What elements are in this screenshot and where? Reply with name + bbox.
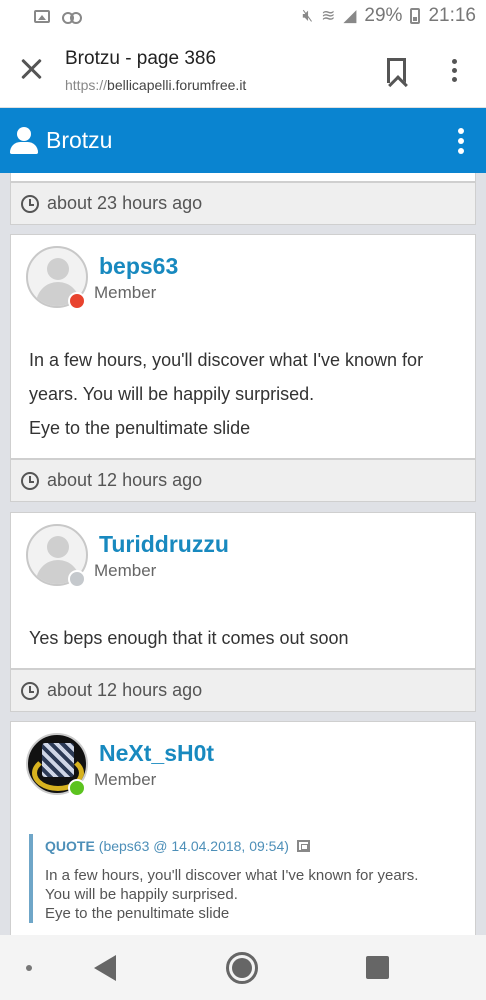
recent-apps-icon[interactable] xyxy=(366,956,389,979)
online-status-dot xyxy=(68,779,86,797)
quote-body: In a few hours, you'll discover what I'v… xyxy=(45,866,457,923)
post-line: Yes beps enough that it comes out soon xyxy=(29,628,349,648)
status-bar: 🔇︎ ≋ ◢ 29% 21:16 xyxy=(0,0,486,32)
clock-icon xyxy=(21,194,39,213)
user-icon xyxy=(10,127,38,155)
post-footer: about 12 hours ago xyxy=(10,669,476,712)
quote-line: You will be happily surprised. xyxy=(45,886,238,903)
nav-dot-icon[interactable] xyxy=(26,965,32,971)
username[interactable]: beps63 xyxy=(99,253,178,280)
voicemail-icon xyxy=(62,12,82,24)
clock-time: 21:16 xyxy=(428,5,476,26)
url-scheme: https:// xyxy=(65,77,108,93)
post-card: Turiddruzzu Member Yes beps enough that … xyxy=(10,512,476,669)
post-line: In a few hours, you'll discover what I'v… xyxy=(29,350,424,370)
mute-icon: 🔇︎ xyxy=(302,6,314,26)
back-icon[interactable] xyxy=(94,955,116,981)
wifi-icon: ≋ xyxy=(321,6,336,26)
forum-title[interactable]: Brotzu xyxy=(46,127,112,154)
post-footer: about 23 hours ago xyxy=(10,182,476,225)
quote-label: QUOTE xyxy=(45,838,95,854)
post-time: about 12 hours ago xyxy=(47,680,203,700)
post-body: Yes beps enough that it comes out soon xyxy=(29,621,349,655)
user-role: Member xyxy=(94,283,157,302)
previous-post-tail xyxy=(10,173,476,182)
clock-icon xyxy=(21,471,39,490)
quote-line: Eye to the penultimate slide xyxy=(45,905,230,922)
username[interactable]: Turiddruzzu xyxy=(99,531,229,558)
quote-meta[interactable]: (beps63 @ 14.04.2018, 09:54) xyxy=(99,838,289,854)
copy-icon[interactable] xyxy=(296,840,310,852)
post-card: NeXt_sH0t Member QUOTE (beps63 @ 14.04.2… xyxy=(10,721,476,935)
username[interactable]: NeXt_sH0t xyxy=(99,740,214,767)
post-time: about 12 hours ago xyxy=(47,470,203,490)
browser-toolbar: Brotzu - page 386 https://bellicapelli.f… xyxy=(0,32,486,108)
post-footer: about 12 hours ago xyxy=(10,459,476,502)
post-card: beps63 Member In a few hours, you'll dis… xyxy=(10,234,476,459)
post-time: about 23 hours ago xyxy=(47,193,203,213)
post-body: In a few hours, you'll discover what I'v… xyxy=(29,343,423,445)
quote-line: In a few hours, you'll discover what I'v… xyxy=(45,867,419,884)
post-line: Eye to the penultimate slide xyxy=(29,418,251,438)
signal-icon: ◢ xyxy=(343,6,357,26)
close-icon[interactable] xyxy=(18,55,46,83)
user-role: Member xyxy=(94,561,157,580)
navigation-bar xyxy=(0,935,486,1000)
battery-percent: 29% xyxy=(364,5,403,26)
home-icon[interactable] xyxy=(226,952,258,984)
url-host: bellicapelli.forumfree.it xyxy=(107,77,247,93)
quote-header: QUOTE (beps63 @ 14.04.2018, 09:54) xyxy=(45,838,457,854)
page-title: Brotzu - page 386 xyxy=(65,48,217,69)
away-status-dot xyxy=(68,570,86,588)
forum-header: Brotzu xyxy=(0,108,486,173)
page-url[interactable]: https://bellicapelli.forumfree.it xyxy=(65,77,246,93)
post-line: years. You will be happily surprised. xyxy=(29,384,315,404)
offline-status-dot xyxy=(68,292,86,310)
clock-icon xyxy=(21,681,39,700)
post-list[interactable]: about 23 hours ago beps63 Member In a fe… xyxy=(0,173,486,935)
battery-icon xyxy=(410,8,421,24)
forum-menu-icon[interactable] xyxy=(458,128,464,154)
more-vert-icon[interactable] xyxy=(452,59,457,82)
user-role: Member xyxy=(94,770,157,789)
image-notification-icon xyxy=(34,9,50,23)
bookmark-icon[interactable] xyxy=(387,58,406,83)
quote-block: QUOTE (beps63 @ 14.04.2018, 09:54) In a … xyxy=(29,834,457,923)
